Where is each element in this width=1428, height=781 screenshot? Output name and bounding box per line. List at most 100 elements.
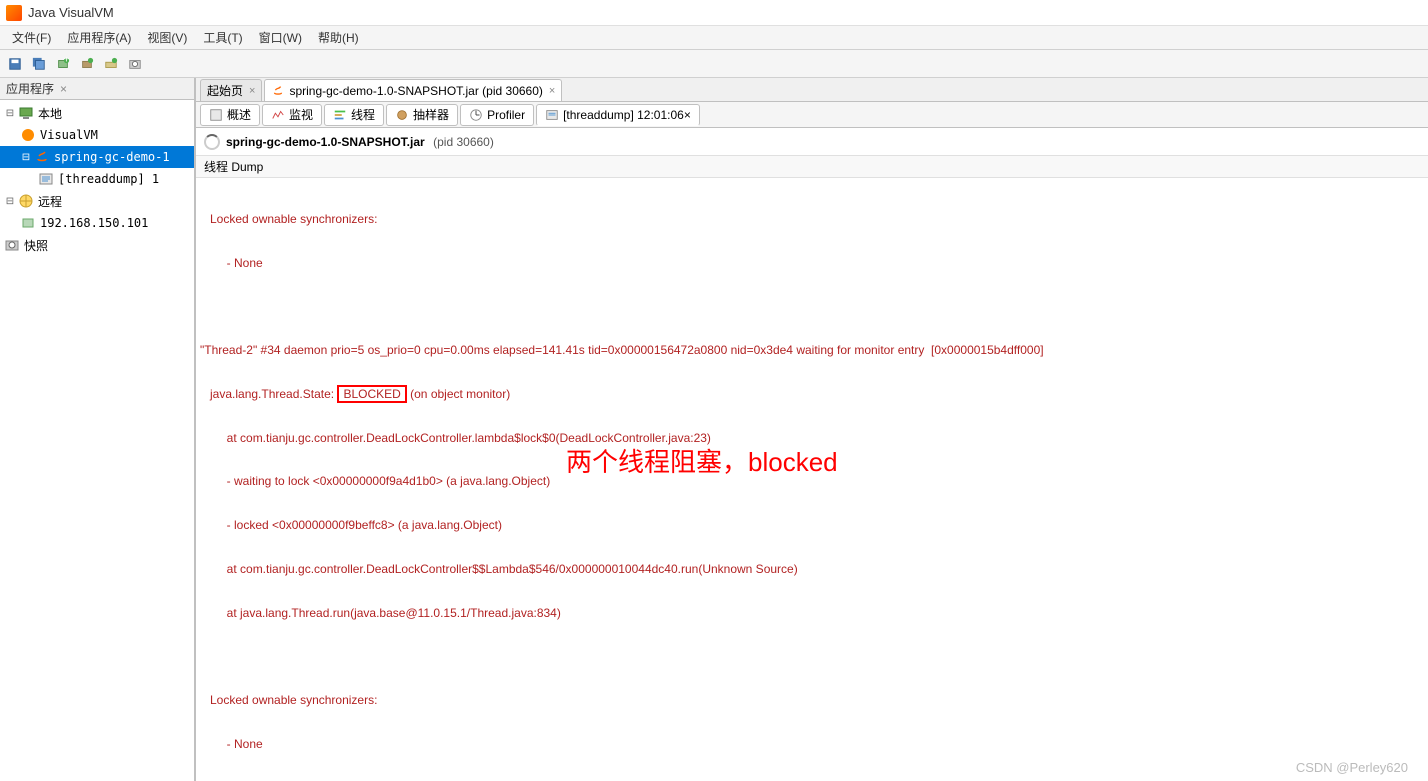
threaddump-icon bbox=[38, 171, 54, 187]
thread-dump-content[interactable]: Locked ownable synchronizers: - None "Th… bbox=[196, 178, 1428, 781]
sidebar: 应用程序 × ⊟ 本地 VisualVM ⊟ spring-gc-demo-1 … bbox=[0, 78, 196, 781]
tree-node-spring-app[interactable]: ⊟ spring-gc-demo-1 bbox=[0, 146, 194, 168]
collapse-icon[interactable]: ⊟ bbox=[20, 151, 32, 163]
tab-start-page[interactable]: 起始页 × bbox=[200, 79, 262, 101]
toolbar-btn-3[interactable]: + bbox=[52, 53, 74, 75]
watermark: CSDN @Perley620 bbox=[1296, 760, 1408, 775]
tree-label: [threaddump] 1 bbox=[58, 172, 159, 186]
toolbar-btn-2[interactable] bbox=[28, 53, 50, 75]
blocked-highlight: BLOCKED bbox=[337, 385, 406, 403]
close-icon[interactable]: × bbox=[684, 108, 691, 122]
collapse-icon[interactable]: ⊟ bbox=[4, 195, 16, 207]
pid-label: (pid 30660) bbox=[433, 135, 494, 149]
menu-help[interactable]: 帮助(H) bbox=[310, 27, 367, 48]
menu-view[interactable]: 视图(V) bbox=[139, 27, 195, 48]
dump-thread2-state: java.lang.Thread.State: BLOCKED (on obje… bbox=[200, 384, 1424, 405]
toolbar-btn-4[interactable] bbox=[76, 53, 98, 75]
dump-line bbox=[200, 296, 1424, 317]
dump-thread2-header: "Thread-2" #34 daemon prio=5 os_prio=0 c… bbox=[200, 340, 1424, 361]
visualvm-icon bbox=[20, 127, 36, 143]
toolbar: + bbox=[0, 50, 1428, 78]
dump-line: - locked <0x00000000f9beffc8> (a java.la… bbox=[200, 515, 1424, 536]
java-icon bbox=[34, 149, 50, 165]
tree-node-local[interactable]: ⊟ 本地 bbox=[0, 102, 194, 124]
sampler-icon bbox=[395, 108, 409, 122]
tab-label: 起始页 bbox=[207, 82, 243, 99]
add-jmx-icon bbox=[104, 57, 118, 71]
close-icon[interactable]: × bbox=[60, 82, 67, 96]
toolbar-btn-6[interactable] bbox=[124, 53, 146, 75]
sub-tabs: 概述 监视 线程 抽样器 Profiler [threaddump] 12:01… bbox=[196, 102, 1428, 128]
computer-icon bbox=[18, 105, 34, 121]
dump-line: - None bbox=[200, 253, 1424, 274]
tab-label: Profiler bbox=[487, 108, 525, 122]
main-container: 应用程序 × ⊟ 本地 VisualVM ⊟ spring-gc-demo-1 … bbox=[0, 78, 1428, 781]
tab-spring-app[interactable]: spring-gc-demo-1.0-SNAPSHOT.jar (pid 306… bbox=[264, 79, 562, 101]
tree-node-snapshot[interactable]: 快照 bbox=[0, 234, 194, 256]
toolbar-btn-1[interactable] bbox=[4, 53, 26, 75]
host-icon bbox=[20, 215, 36, 231]
subtab-monitor[interactable]: 监视 bbox=[262, 104, 322, 126]
svg-text:+: + bbox=[63, 57, 69, 65]
content-title: spring-gc-demo-1.0-SNAPSHOT.jar (pid 306… bbox=[226, 134, 494, 150]
menu-file[interactable]: 文件(F) bbox=[4, 27, 59, 48]
dump-line: at com.tianju.gc.controller.DeadLockCont… bbox=[200, 559, 1424, 580]
annotation-text: 两个线程阻塞，blocked bbox=[566, 440, 838, 486]
snapshot-icon bbox=[128, 57, 142, 71]
add-local-icon: + bbox=[56, 57, 70, 71]
subtab-profiler[interactable]: Profiler bbox=[460, 104, 534, 126]
tree-label: 192.168.150.101 bbox=[40, 216, 148, 230]
tree-label: 本地 bbox=[38, 105, 62, 122]
tree-label: 远程 bbox=[38, 193, 62, 210]
subtab-threaddump[interactable]: [threaddump] 12:01:06 × bbox=[536, 104, 700, 126]
titlebar: Java VisualVM bbox=[0, 0, 1428, 26]
menubar: 文件(F) 应用程序(A) 视图(V) 工具(T) 窗口(W) 帮助(H) bbox=[0, 26, 1428, 50]
threaddump-icon bbox=[545, 108, 559, 122]
tree-node-visualvm[interactable]: VisualVM bbox=[0, 124, 194, 146]
add-remote-icon bbox=[80, 57, 94, 71]
tab-label: spring-gc-demo-1.0-SNAPSHOT.jar (pid 306… bbox=[289, 84, 542, 98]
close-icon[interactable]: × bbox=[549, 85, 555, 97]
dump-line bbox=[200, 778, 1424, 781]
loading-icon bbox=[204, 134, 220, 150]
threads-icon bbox=[333, 108, 347, 122]
subtab-sampler[interactable]: 抽样器 bbox=[386, 104, 458, 126]
dump-line bbox=[200, 646, 1424, 667]
dump-line: at java.lang.Thread.run(java.base@11.0.1… bbox=[200, 603, 1424, 624]
tree-node-remote[interactable]: ⊟ 远程 bbox=[0, 190, 194, 212]
sidebar-tab-label: 应用程序 bbox=[6, 80, 54, 97]
overview-icon bbox=[209, 108, 223, 122]
menu-tools[interactable]: 工具(T) bbox=[195, 27, 250, 48]
snapshot-folder-icon bbox=[4, 237, 20, 253]
tab-label: 概述 bbox=[227, 106, 251, 123]
save-all-icon bbox=[32, 57, 46, 71]
subtab-overview[interactable]: 概述 bbox=[200, 104, 260, 126]
tree-label: 快照 bbox=[24, 237, 48, 254]
window-title: Java VisualVM bbox=[28, 5, 114, 20]
applications-tree: ⊟ 本地 VisualVM ⊟ spring-gc-demo-1 [thread… bbox=[0, 100, 194, 781]
save-icon bbox=[8, 57, 22, 71]
section-label: 线程 Dump bbox=[196, 156, 1428, 178]
tree-label: VisualVM bbox=[40, 128, 98, 142]
toolbar-btn-5[interactable] bbox=[100, 53, 122, 75]
menu-app[interactable]: 应用程序(A) bbox=[59, 27, 139, 48]
collapse-icon[interactable]: ⊟ bbox=[4, 107, 16, 119]
subtab-threads[interactable]: 线程 bbox=[324, 104, 384, 126]
tab-label: 线程 bbox=[351, 106, 375, 123]
dump-line: Locked ownable synchronizers: bbox=[200, 690, 1424, 711]
content-area: 起始页 × spring-gc-demo-1.0-SNAPSHOT.jar (p… bbox=[196, 78, 1428, 781]
content-header: spring-gc-demo-1.0-SNAPSHOT.jar (pid 306… bbox=[196, 128, 1428, 156]
section-text: 线程 Dump bbox=[204, 158, 263, 175]
close-icon[interactable]: × bbox=[249, 85, 255, 97]
app-icon bbox=[6, 5, 22, 21]
sidebar-tab[interactable]: 应用程序 × bbox=[0, 78, 194, 100]
profiler-icon bbox=[469, 108, 483, 122]
app-name: spring-gc-demo-1.0-SNAPSHOT.jar bbox=[226, 135, 425, 149]
menu-window[interactable]: 窗口(W) bbox=[251, 27, 310, 48]
dump-line: - None bbox=[200, 734, 1424, 755]
tree-node-threaddump[interactable]: [threaddump] 1 bbox=[0, 168, 194, 190]
tab-label: 抽样器 bbox=[413, 106, 449, 123]
tree-node-remote-host[interactable]: 192.168.150.101 bbox=[0, 212, 194, 234]
tree-label: spring-gc-demo-1 bbox=[54, 150, 170, 164]
monitor-icon bbox=[271, 108, 285, 122]
